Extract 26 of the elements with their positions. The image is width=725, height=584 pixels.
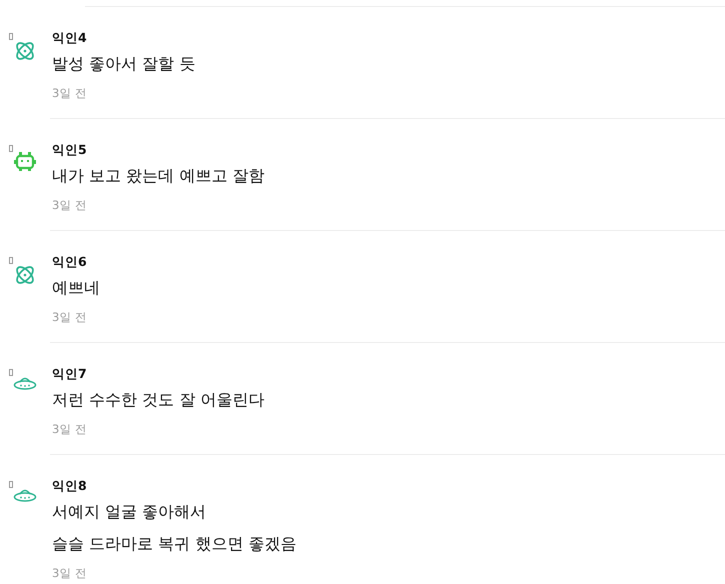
comment-text: 슬슬 드라마로 복귀 했으면 좋겠음 bbox=[52, 534, 296, 554]
comment-text: 발성 좋아서 잘할 듯 bbox=[52, 54, 196, 74]
comment-text: 저런 수수한 것도 잘 어울린다 bbox=[52, 390, 264, 410]
ufo-icon bbox=[13, 375, 37, 391]
image-placeholder-icon bbox=[9, 257, 13, 264]
atom-icon bbox=[13, 263, 37, 287]
robot-icon bbox=[13, 151, 37, 173]
ufo-icon bbox=[13, 487, 37, 503]
image-placeholder-icon bbox=[9, 481, 13, 488]
author-name: 익인7 bbox=[52, 366, 88, 382]
comment-text: 서예지 얼굴 좋아해서 bbox=[52, 502, 208, 522]
comment-time: 3일 전 bbox=[52, 86, 88, 100]
comment-time: 3일 전 bbox=[52, 566, 88, 580]
comment-time: 3일 전 bbox=[52, 198, 88, 212]
image-placeholder-icon bbox=[9, 33, 13, 40]
comment-text: 내가 보고 왔는데 예쁘고 잘함 bbox=[52, 166, 264, 186]
author-name: 익인8 bbox=[52, 478, 88, 494]
comment-text: 예쁘네 bbox=[52, 278, 100, 298]
comment-time: 3일 전 bbox=[52, 422, 88, 436]
author-name: 익인5 bbox=[52, 142, 88, 158]
comment-time: 3일 전 bbox=[52, 310, 88, 324]
author-name: 익인6 bbox=[52, 254, 88, 270]
atom-icon bbox=[13, 39, 37, 63]
image-placeholder-icon bbox=[9, 145, 13, 152]
author-name: 익인4 bbox=[52, 30, 88, 46]
image-placeholder-icon bbox=[9, 369, 13, 376]
